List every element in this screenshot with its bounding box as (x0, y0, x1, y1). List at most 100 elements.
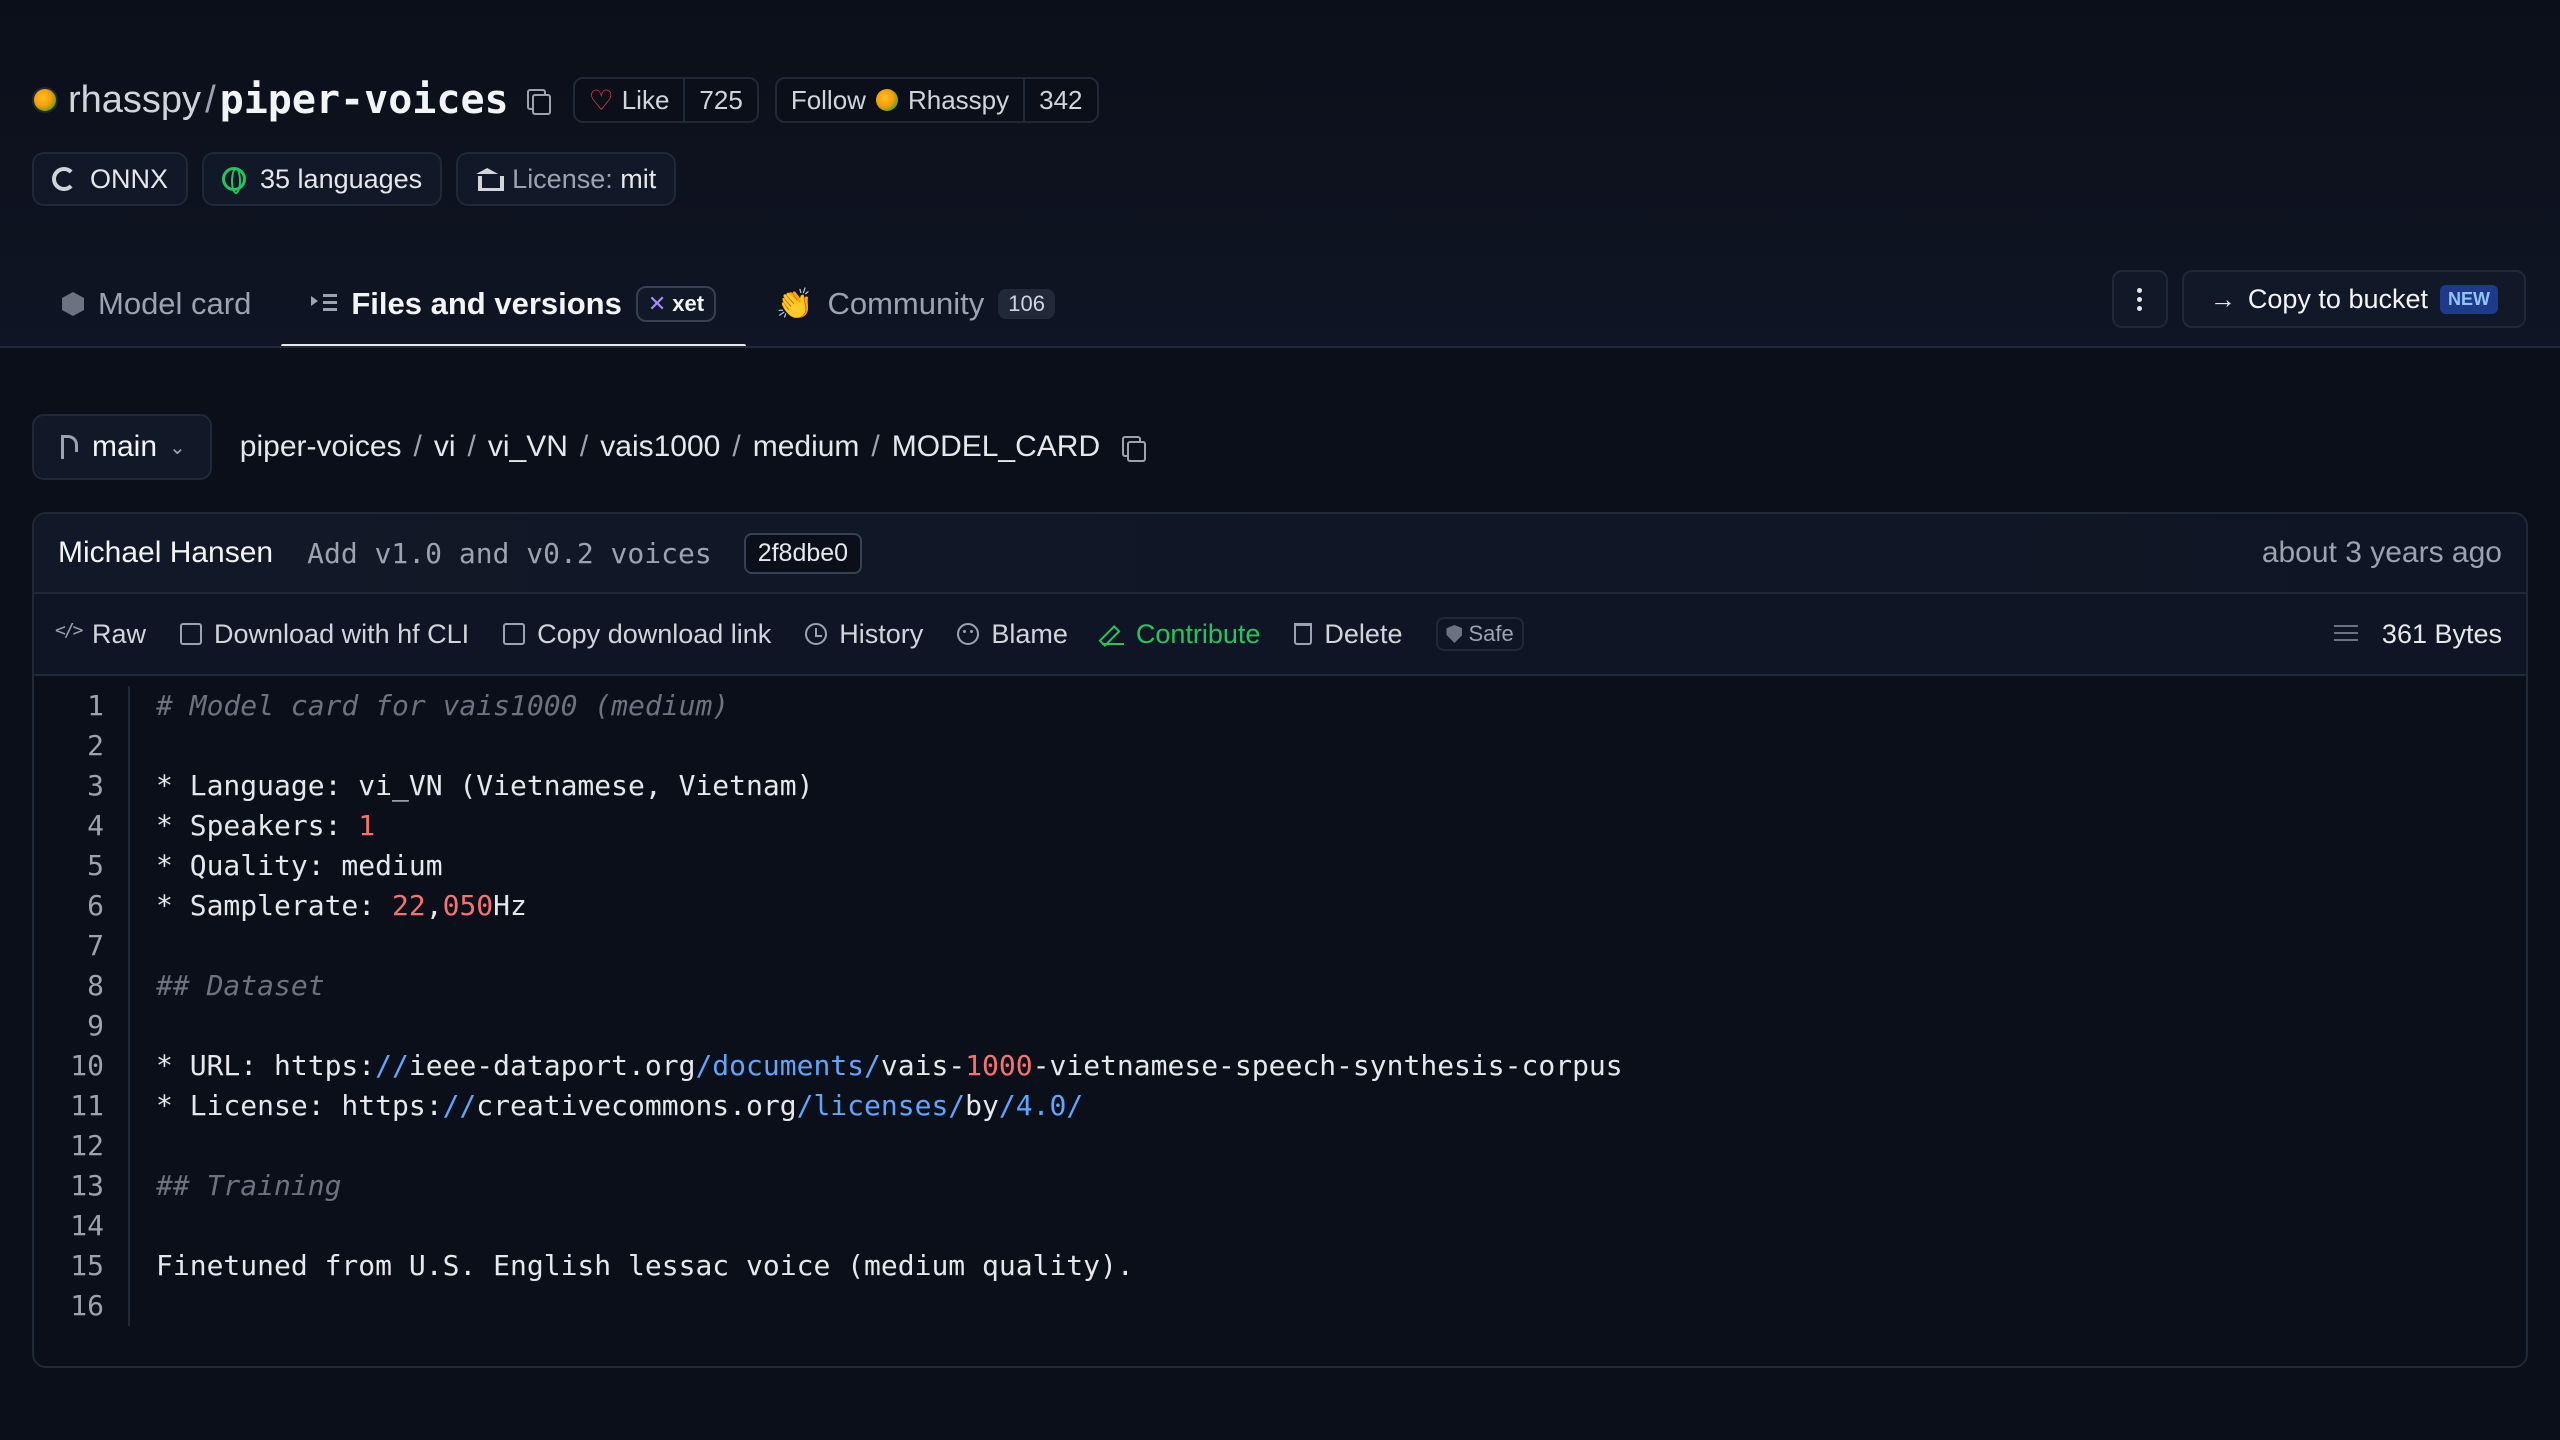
code-icon (55, 620, 82, 645)
branch-name: main (92, 430, 158, 463)
follow-label: Follow (790, 84, 866, 115)
follow-button[interactable]: Follow Rhasspy (777, 79, 1023, 121)
tab-community-label: Community (827, 286, 985, 321)
code-line: * Samplerate: 22,050Hz (156, 886, 1623, 926)
tag-onnx[interactable]: ONNX (32, 152, 189, 206)
breadcrumb-vi[interactable]: vi (434, 430, 456, 464)
history-label: History (839, 618, 924, 649)
blame-button[interactable]: Blame (957, 619, 1068, 650)
kebab-dot (2137, 287, 2143, 293)
commit-hash[interactable]: 2f8dbe0 (743, 532, 863, 574)
repo-tabs: Model card Files and versions ✕ xet 👏 Co… (32, 260, 1085, 348)
copy-path-icon[interactable] (1118, 433, 1147, 462)
tag-languages[interactable]: 35 languages (202, 152, 443, 206)
like-count[interactable]: 725 (683, 79, 756, 121)
file-size: 361 Bytes (2381, 618, 2502, 649)
delete-button[interactable]: Delete (1294, 619, 1402, 650)
code-number: 1 (358, 809, 376, 842)
code-text: -vietnamese-speech-synthesis-corpus (1032, 1049, 1623, 1082)
download-cli-button[interactable]: Download with hf CLI (180, 619, 469, 650)
follow-count[interactable]: 342 (1023, 79, 1096, 121)
more-options-button[interactable] (2111, 270, 2168, 328)
code-text: Hz (493, 889, 527, 922)
tab-files-and-versions[interactable]: Files and versions ✕ xet (281, 260, 746, 348)
repo-name[interactable]: piper-voices (220, 77, 509, 123)
code-line: # Model card for vais1000 (medium) (156, 686, 1623, 726)
copy-icon (503, 623, 526, 645)
copy-to-bucket-label: Copy to bucket (2247, 283, 2428, 314)
copy-download-link-button[interactable]: Copy download link (503, 619, 771, 650)
code-comment: # Model card for vais1000 (medium) (156, 689, 730, 722)
code-url-part: // (442, 1089, 477, 1122)
code-text: vais- (880, 1049, 966, 1082)
clock-icon (805, 623, 828, 645)
code-line: Finetuned from U.S. English lessac voice… (156, 1249, 1134, 1282)
like-button[interactable]: ♡ Like (575, 79, 684, 121)
line-number: 14 (70, 1209, 104, 1242)
code-url-part: /documents/ (695, 1049, 881, 1082)
code-text: ieee-dataport.org (408, 1049, 696, 1082)
safe-label: Safe (1468, 621, 1514, 646)
raw-button[interactable]: Raw (55, 619, 146, 650)
code-line: * Language: vi_VN (Vietnamese, Vietnam) (156, 769, 814, 802)
like-label: Like (621, 84, 670, 115)
contribute-button[interactable]: Contribute (1101, 619, 1260, 650)
globe-icon (222, 167, 247, 194)
license-icon (476, 168, 505, 191)
code-text: * Samplerate: (156, 889, 393, 922)
trash-icon (1294, 623, 1313, 645)
arrow-right-icon: → (2209, 283, 2236, 314)
breadcrumb-vais1000[interactable]: vais1000 (600, 430, 720, 464)
line-number: 15 (70, 1249, 104, 1282)
code-line: ## Dataset (156, 966, 1623, 1006)
tag-languages-label: 35 languages (260, 163, 423, 194)
last-commit-row: Michael Hansen Add v1.0 and v0.2 voices … (34, 514, 2526, 594)
commit-author[interactable]: Michael Hansen (58, 536, 273, 570)
line-number: 1 (87, 689, 104, 722)
title-separator: / (205, 78, 216, 121)
breadcrumb-medium[interactable]: medium (753, 430, 860, 464)
code-number: 050 (442, 889, 494, 922)
new-badge: NEW (2440, 284, 2498, 314)
breadcrumb-vi-vn[interactable]: vi_VN (488, 430, 568, 464)
git-branch-icon (58, 433, 80, 461)
line-number: 11 (70, 1089, 104, 1122)
code-lines: # Model card for vais1000 (medium) * Lan… (130, 686, 1623, 1326)
code-line: ## Training (156, 1166, 1623, 1206)
commit-message[interactable]: Add v1.0 and v0.2 voices (307, 537, 712, 570)
tab-community[interactable]: 👏 Community 106 (746, 260, 1085, 348)
clapping-hands-icon: 👏 (776, 287, 814, 321)
copy-to-bucket-button[interactable]: → Copy to bucket NEW (2181, 270, 2526, 328)
follow-org-name: Rhasspy (907, 84, 1010, 115)
history-button[interactable]: History (805, 619, 923, 650)
license-value: mit (620, 163, 657, 194)
repo-actions: → Copy to bucket NEW (2111, 270, 2526, 328)
line-number-gutter: 1 2 3 4 5 6 7 8 9 10 11 12 13 14 15 16 (34, 686, 130, 1326)
line-number: 9 (87, 1009, 104, 1042)
safe-badge[interactable]: Safe (1436, 617, 1524, 651)
tag-license[interactable]: License: mit (456, 152, 677, 206)
breadcrumb-repo[interactable]: piper-voices (240, 430, 402, 464)
tabs-divider (0, 346, 2560, 348)
tab-model-card[interactable]: Model card (32, 260, 281, 348)
breadcrumb: piper-voices / vi / vi_VN / vais1000 / m… (240, 430, 1147, 464)
branch-selector[interactable]: main ⌄ (32, 414, 212, 480)
tab-model-card-label: Model card (98, 286, 252, 321)
community-count-badge: 106 (998, 289, 1055, 319)
org-name-link[interactable]: rhasspy (68, 79, 201, 122)
org-avatar[interactable] (32, 87, 58, 113)
xet-badge[interactable]: ✕ xet (635, 286, 717, 322)
line-number: 16 (70, 1289, 104, 1322)
code-url-part: // (375, 1049, 409, 1082)
download-cli-label: Download with hf CLI (214, 618, 470, 649)
wrap-lines-icon[interactable] (2333, 625, 2358, 643)
code-line: * URL: https://ieee-dataport.org/documen… (156, 1046, 1623, 1086)
line-number: 8 (87, 969, 104, 1002)
breadcrumb-separator: / (413, 430, 422, 463)
line-number: 12 (70, 1129, 104, 1162)
line-number: 13 (70, 1169, 104, 1202)
copy-icon[interactable] (523, 86, 551, 115)
file-viewer: Michael Hansen Add v1.0 and v0.2 voices … (32, 512, 2528, 1368)
line-number: 5 (87, 849, 104, 882)
